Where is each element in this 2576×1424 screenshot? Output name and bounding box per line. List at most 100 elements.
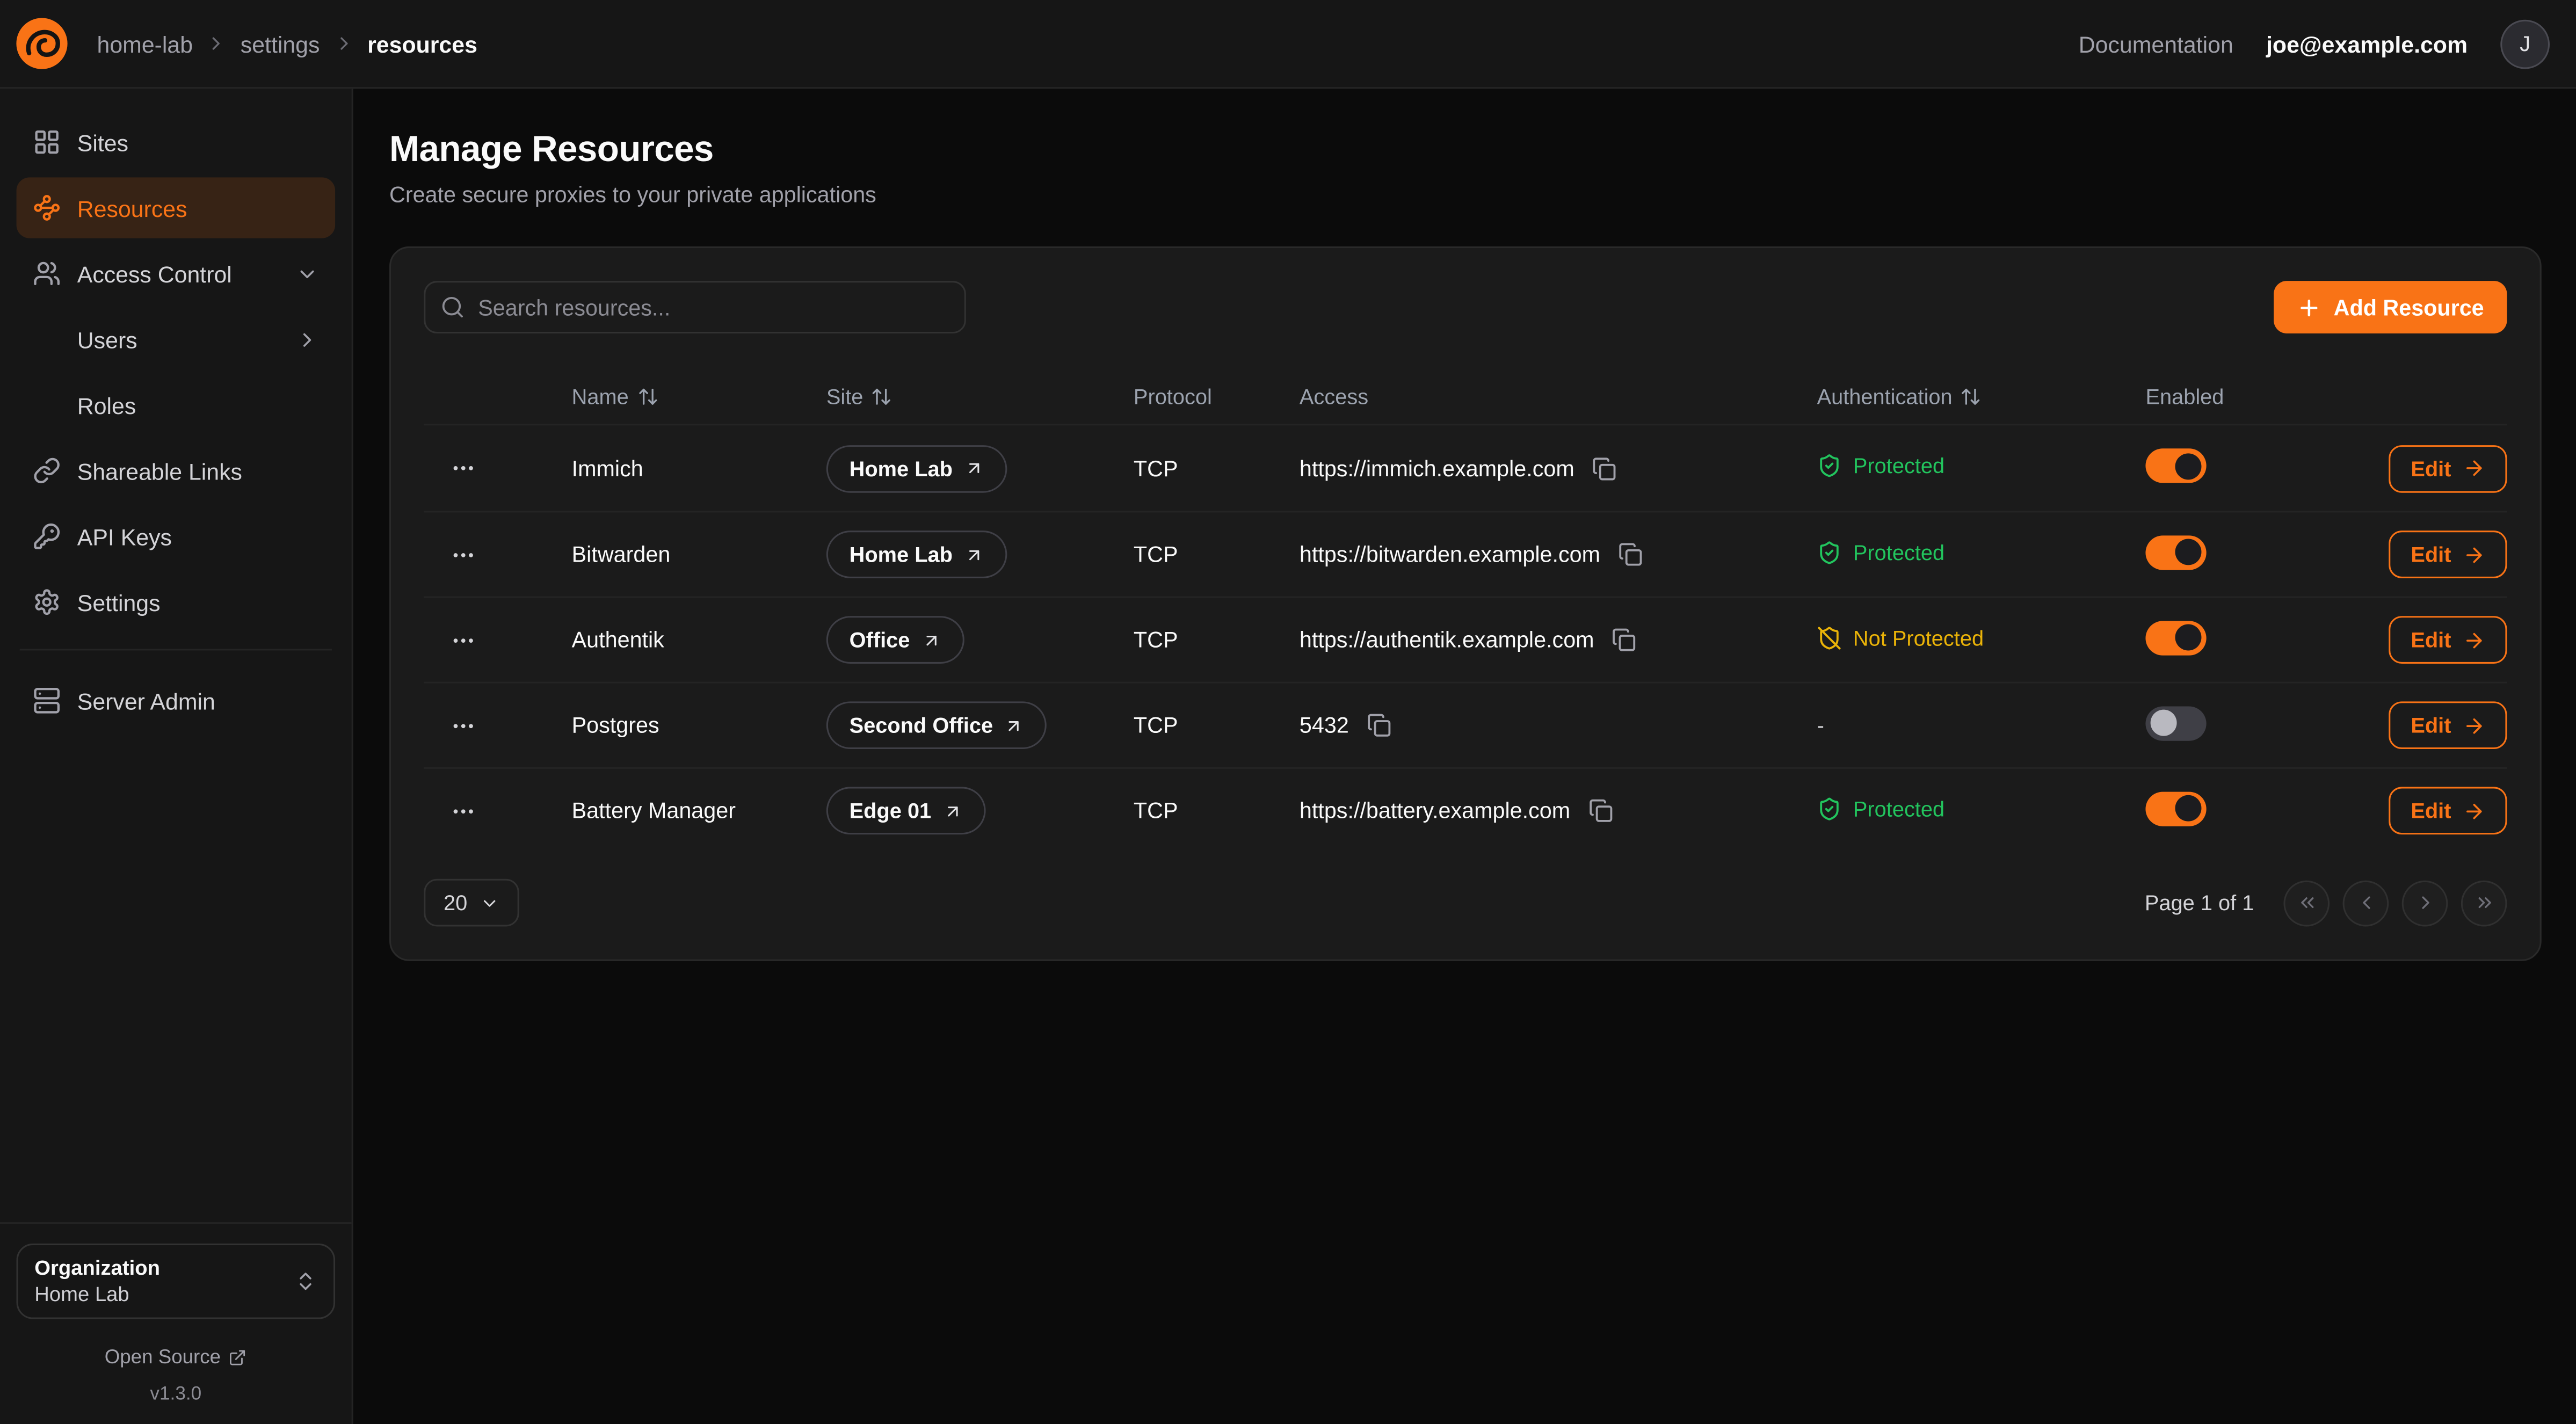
site-name: Office — [850, 628, 910, 652]
sidebar-item-sites[interactable]: Sites — [17, 112, 336, 172]
row-menu-button[interactable] — [440, 702, 487, 749]
edit-label: Edit — [2411, 456, 2451, 481]
copy-button[interactable] — [1589, 453, 1620, 484]
sidebar-item-api-keys[interactable]: API Keys — [17, 506, 336, 566]
arrow-up-right-icon — [921, 630, 941, 650]
column-label: Protocol — [1134, 384, 1212, 409]
sidebar-item-access-control[interactable]: Access Control — [17, 243, 336, 304]
enabled-toggle[interactable] — [2145, 535, 2206, 569]
resource-name: Bitwarden — [572, 542, 826, 567]
column-label: Site — [826, 384, 863, 409]
auth-status: Protected — [1817, 796, 1945, 820]
site-name: Edge 01 — [850, 798, 932, 823]
pangolin-logo[interactable] — [13, 15, 70, 72]
access-header: Access — [1300, 384, 1817, 409]
previous-page-button[interactable] — [2343, 880, 2389, 926]
layout-grid-icon — [33, 128, 61, 156]
copy-button[interactable] — [1363, 710, 1395, 741]
copy-button[interactable] — [1609, 624, 1640, 656]
copy-icon — [1619, 542, 1643, 567]
copy-button[interactable] — [1585, 795, 1616, 826]
site-link[interactable]: Home Lab — [826, 445, 1007, 492]
protocol-value: TCP — [1134, 713, 1300, 738]
first-page-button[interactable] — [2283, 880, 2330, 926]
shield-check-icon — [1817, 796, 1842, 820]
sidebar-item-label: Users — [77, 326, 137, 352]
edit-button[interactable]: Edit — [2390, 787, 2507, 834]
link-icon — [33, 456, 61, 484]
site-link[interactable]: Home Lab — [826, 531, 1007, 578]
enabled-toggle[interactable] — [2145, 791, 2206, 825]
sidebar-item-users[interactable]: Users — [17, 309, 336, 369]
main-content: Manage Resources Create secure proxies t… — [353, 89, 2576, 1424]
toggle-knob — [2151, 710, 2177, 736]
sidebar-item-settings[interactable]: Settings — [17, 572, 336, 633]
sidebar-item-roles[interactable]: Roles — [17, 375, 336, 435]
page-size-value: 20 — [444, 890, 467, 915]
table-row: Authentik Office TCP https://authentik.e… — [424, 597, 2507, 682]
arrow-right-icon — [2463, 714, 2486, 737]
sort-name-header[interactable]: Name — [572, 384, 658, 409]
edit-button[interactable]: Edit — [2390, 616, 2507, 664]
version-label: v1.3.0 — [17, 1385, 336, 1405]
copy-button[interactable] — [1615, 539, 1646, 570]
search-input[interactable] — [424, 281, 966, 333]
page-size-select[interactable]: 20 — [424, 879, 520, 927]
sidebar-item-label: Server Admin — [77, 687, 215, 714]
edit-button[interactable]: Edit — [2390, 701, 2507, 749]
chevrons-right-icon — [2473, 892, 2495, 913]
sidebar-item-resources[interactable]: Resources — [17, 177, 336, 238]
breadcrumb-current: resources — [367, 31, 477, 57]
pangolin-logo-icon — [13, 15, 70, 72]
sidebar-item-label: Access Control — [77, 260, 232, 287]
chevron-right-icon — [333, 33, 354, 54]
row-menu-button[interactable] — [440, 788, 487, 834]
breadcrumb-settings[interactable]: settings — [241, 31, 320, 57]
edit-label: Edit — [2411, 713, 2451, 738]
documentation-link[interactable]: Documentation — [2079, 31, 2233, 57]
auth-status: Not Protected — [1817, 625, 1984, 650]
row-menu-button[interactable] — [440, 445, 487, 491]
chevron-down-icon — [296, 262, 319, 285]
site-link[interactable]: Second Office — [826, 701, 1047, 749]
ellipsis-icon — [450, 712, 476, 738]
table-row: Immich Home Lab TCP https://immich.examp… — [424, 425, 2507, 511]
gear-icon — [33, 588, 61, 616]
last-page-button[interactable] — [2461, 880, 2507, 926]
sidebar-item-label: Shareable Links — [77, 457, 242, 484]
enabled-toggle[interactable] — [2145, 620, 2206, 655]
toggle-knob — [2175, 795, 2202, 822]
column-label: Access — [1300, 384, 1368, 409]
copy-icon — [1592, 456, 1617, 481]
arrow-up-right-icon — [964, 544, 984, 564]
protocol-value: TCP — [1134, 456, 1300, 481]
open-source-link[interactable]: Open Source — [105, 1346, 247, 1369]
external-link-icon — [229, 1348, 247, 1366]
enabled-toggle[interactable] — [2145, 706, 2206, 740]
search-box — [424, 281, 966, 333]
avatar[interactable]: J — [2500, 19, 2550, 68]
enabled-toggle[interactable] — [2145, 448, 2206, 483]
table-header: Name Site Protocol Access Authentication… — [424, 369, 2507, 425]
user-email[interactable]: joe@example.com — [2266, 31, 2468, 57]
table-body: Immich Home Lab TCP https://immich.examp… — [424, 425, 2507, 852]
row-menu-button[interactable] — [440, 617, 487, 663]
edit-button[interactable]: Edit — [2390, 531, 2507, 578]
sort-authentication-header[interactable]: Authentication — [1817, 384, 1982, 409]
add-resource-button[interactable]: Add Resource — [2275, 281, 2507, 333]
sidebar-item-shareable-links[interactable]: Shareable Links — [17, 440, 336, 501]
edit-button[interactable]: Edit — [2390, 445, 2507, 492]
site-link[interactable]: Edge 01 — [826, 787, 985, 834]
auth-label: Protected — [1853, 540, 1944, 564]
sidebar: Sites Resources Access Control Users — [0, 89, 353, 1424]
row-menu-button[interactable] — [440, 532, 487, 578]
sort-site-header[interactable]: Site — [826, 384, 893, 409]
column-label: Enabled — [2145, 384, 2224, 409]
auth-label: Protected — [1853, 796, 1944, 820]
sidebar-item-server-admin[interactable]: Server Admin — [17, 670, 336, 731]
resource-name: Immich — [572, 456, 826, 481]
site-link[interactable]: Office — [826, 616, 964, 664]
organization-picker[interactable]: Organization Home Lab — [17, 1243, 336, 1319]
breadcrumb-org[interactable]: home-lab — [97, 31, 193, 57]
next-page-button[interactable] — [2402, 880, 2448, 926]
